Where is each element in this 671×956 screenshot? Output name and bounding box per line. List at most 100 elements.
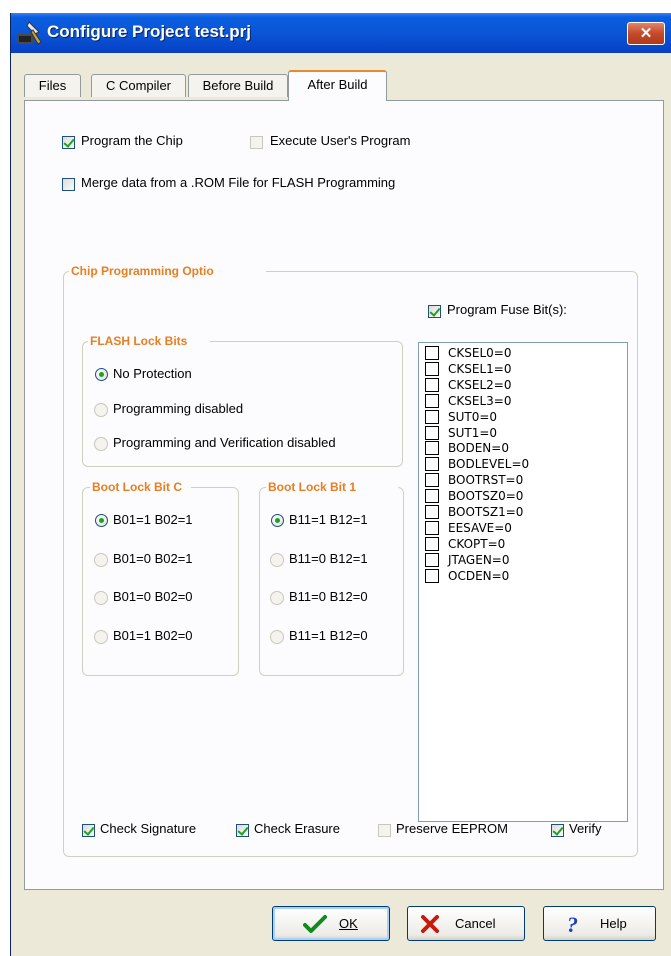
close-button[interactable]: ✕ <box>627 22 665 45</box>
fuse-bit-checkbox[interactable] <box>425 552 439 567</box>
radio-no-protection-label: No Protection <box>113 366 192 381</box>
radio-b11-0-b12-1[interactable] <box>270 553 284 567</box>
fuse-bit-checkbox[interactable] <box>425 536 439 551</box>
tab-c-compiler[interactable]: C Compiler <box>91 74 186 97</box>
tab-label: Files <box>38 78 67 93</box>
radio-b01-1-b02-0-label: B01=1 B02=0 <box>113 628 193 643</box>
fuse-bit-label: CKSEL1=0 <box>448 361 512 376</box>
dialog-window: Configure Project test.prj ✕ Files C Com… <box>10 13 671 956</box>
fuse-bit-item[interactable]: CKOPT=0 <box>419 536 619 552</box>
radio-no-protection[interactable] <box>95 368 108 381</box>
fuse-bit-item[interactable]: CKSEL3=0 <box>419 393 619 409</box>
fuse-bit-checkbox[interactable] <box>425 346 439 360</box>
radio-b11-0-b12-0-label: B11=0 B12=0 <box>289 589 368 604</box>
fuse-bit-checkbox[interactable] <box>425 409 439 424</box>
fuse-bit-checkbox[interactable] <box>425 425 439 440</box>
fuse-bit-label: JTAGEN=0 <box>448 552 510 567</box>
check-signature-checkbox[interactable] <box>82 824 95 837</box>
check-signature-label: Check Signature <box>100 821 197 836</box>
radio-prog-verif-disabled-label: Programming and Verification disabled <box>113 435 336 450</box>
question-icon: ? <box>567 912 578 936</box>
fuse-bit-label: CKSEL0=0 <box>448 346 512 360</box>
fuse-bit-label: BODEN=0 <box>448 441 509 456</box>
fuse-bit-checkbox[interactable] <box>425 361 439 376</box>
execute-program-checkbox[interactable] <box>250 136 263 149</box>
fuse-bit-label: EESAVE=0 <box>448 520 512 535</box>
tab-label: After Build <box>307 77 368 92</box>
fuse-bit-item[interactable]: CKSEL2=0 <box>419 377 619 393</box>
radio-b11-1-b12-1-label: B11=1 B12=1 <box>289 512 368 527</box>
radio-b11-1-b12-0[interactable] <box>270 630 284 644</box>
fuse-bit-label: BOOTSZ0=0 <box>448 489 524 504</box>
radio-programming-disabled-label: Programming disabled <box>113 401 244 416</box>
radio-b01-0-b02-1[interactable] <box>94 553 108 567</box>
fuse-bit-checkbox[interactable] <box>425 520 439 535</box>
checkmark-icon <box>303 915 327 933</box>
radio-b01-1-b02-1[interactable] <box>95 514 108 527</box>
fuse-bit-item[interactable]: SUT1=0 <box>419 425 619 441</box>
boot-lock-1-title: Boot Lock Bit 1 <box>266 480 398 494</box>
tab-after-build[interactable]: After Build <box>288 70 387 101</box>
cancel-button[interactable]: Cancel <box>407 906 525 941</box>
radio-b11-1-b12-0-label: B11=1 B12=0 <box>289 628 368 643</box>
fuse-bit-label: CKSEL3=0 <box>448 393 512 408</box>
radio-b01-1-b02-1-label: B01=1 B02=1 <box>113 512 193 527</box>
tab-label: C Compiler <box>105 78 171 93</box>
fuse-bit-item[interactable]: BODEN=0 <box>419 440 619 456</box>
ok-button[interactable]: OK <box>272 906 390 941</box>
execute-program-label: Execute User's Program <box>270 133 411 148</box>
radio-b01-0-b02-0-label: B01=0 B02=0 <box>113 589 193 604</box>
title-bar[interactable]: Configure Project test.prj ✕ <box>11 13 671 53</box>
fuse-bit-label: OCDEN=0 <box>448 568 510 583</box>
fuse-bit-label: BODLEVEL=0 <box>448 457 530 472</box>
preserve-eeprom-checkbox[interactable] <box>378 824 391 837</box>
fuse-bit-item[interactable]: JTAGEN=0 <box>419 552 619 568</box>
fuse-bit-item[interactable]: OCDEN=0 <box>419 568 619 584</box>
app-icon <box>15 20 43 46</box>
fuse-bit-item[interactable]: BODLEVEL=0 <box>419 456 619 472</box>
fuse-bit-checkbox[interactable] <box>425 505 439 519</box>
tab-label: Before Build <box>202 78 274 93</box>
fuse-bit-item[interactable]: CKSEL0=0 <box>419 345 619 361</box>
fuse-bit-item[interactable]: EESAVE=0 <box>419 520 619 536</box>
program-fuse-checkbox[interactable] <box>428 305 441 318</box>
fuse-bits-list[interactable]: CKSEL0=0 CKSEL1=0 CKSEL2=0 CKSEL3=0 SUT0=0 SU… <box>418 342 628 822</box>
tab-before-build[interactable]: Before Build <box>188 74 288 97</box>
tab-files[interactable]: Files <box>24 74 81 97</box>
fuse-bit-item[interactable]: BOOTSZ0=0 <box>419 488 619 504</box>
radio-b01-0-b02-1-label: B01=0 B02=1 <box>113 551 193 566</box>
fuse-bit-item[interactable]: BOOTSZ1=0 <box>419 504 619 520</box>
merge-rom-checkbox[interactable] <box>62 178 75 191</box>
fuse-bit-checkbox[interactable] <box>425 377 439 392</box>
radio-b01-0-b02-0[interactable] <box>94 591 108 605</box>
verify-checkbox[interactable] <box>551 824 564 837</box>
fuse-bit-item[interactable]: BOOTRST=0 <box>419 472 619 488</box>
fuse-bit-label: BOOTSZ1=0 <box>448 505 524 519</box>
radio-b11-0-b12-0[interactable] <box>270 591 284 605</box>
fuse-bit-checkbox[interactable] <box>425 489 439 504</box>
svg-text:?: ? <box>567 912 578 936</box>
fuse-bit-checkbox[interactable] <box>425 457 439 472</box>
check-erasure-checkbox[interactable] <box>236 824 249 837</box>
check-erasure-label: Check Erasure <box>254 821 340 836</box>
fuse-bit-item[interactable]: CKSEL1=0 <box>419 361 619 377</box>
cancel-label: Cancel <box>455 916 496 931</box>
fuse-bit-item[interactable]: SUT0=0 <box>419 409 619 425</box>
flash-lock-title: FLASH Lock Bits <box>88 334 210 348</box>
fuse-bit-label: CKOPT=0 <box>448 536 506 551</box>
radio-b01-1-b02-0[interactable] <box>94 630 108 644</box>
fuse-bit-checkbox[interactable] <box>425 568 439 583</box>
help-label: Help <box>600 916 627 931</box>
fuse-bit-checkbox[interactable] <box>425 441 439 456</box>
chip-programming-title: Chip Programming Optio <box>69 264 266 278</box>
fuse-bit-checkbox[interactable] <box>425 473 439 488</box>
program-chip-checkbox[interactable] <box>62 136 75 149</box>
radio-prog-verif-disabled[interactable] <box>94 437 108 451</box>
radio-programming-disabled[interactable] <box>94 403 108 417</box>
program-fuse-label: Program Fuse Bit(s): <box>447 302 567 317</box>
window-title: Configure Project test.prj <box>47 22 252 41</box>
help-button[interactable]: ? Help <box>543 906 656 941</box>
fuse-bit-checkbox[interactable] <box>425 393 439 408</box>
radio-b11-1-b12-1[interactable] <box>271 514 284 527</box>
fuse-bit-label: BOOTRST=0 <box>448 473 524 488</box>
